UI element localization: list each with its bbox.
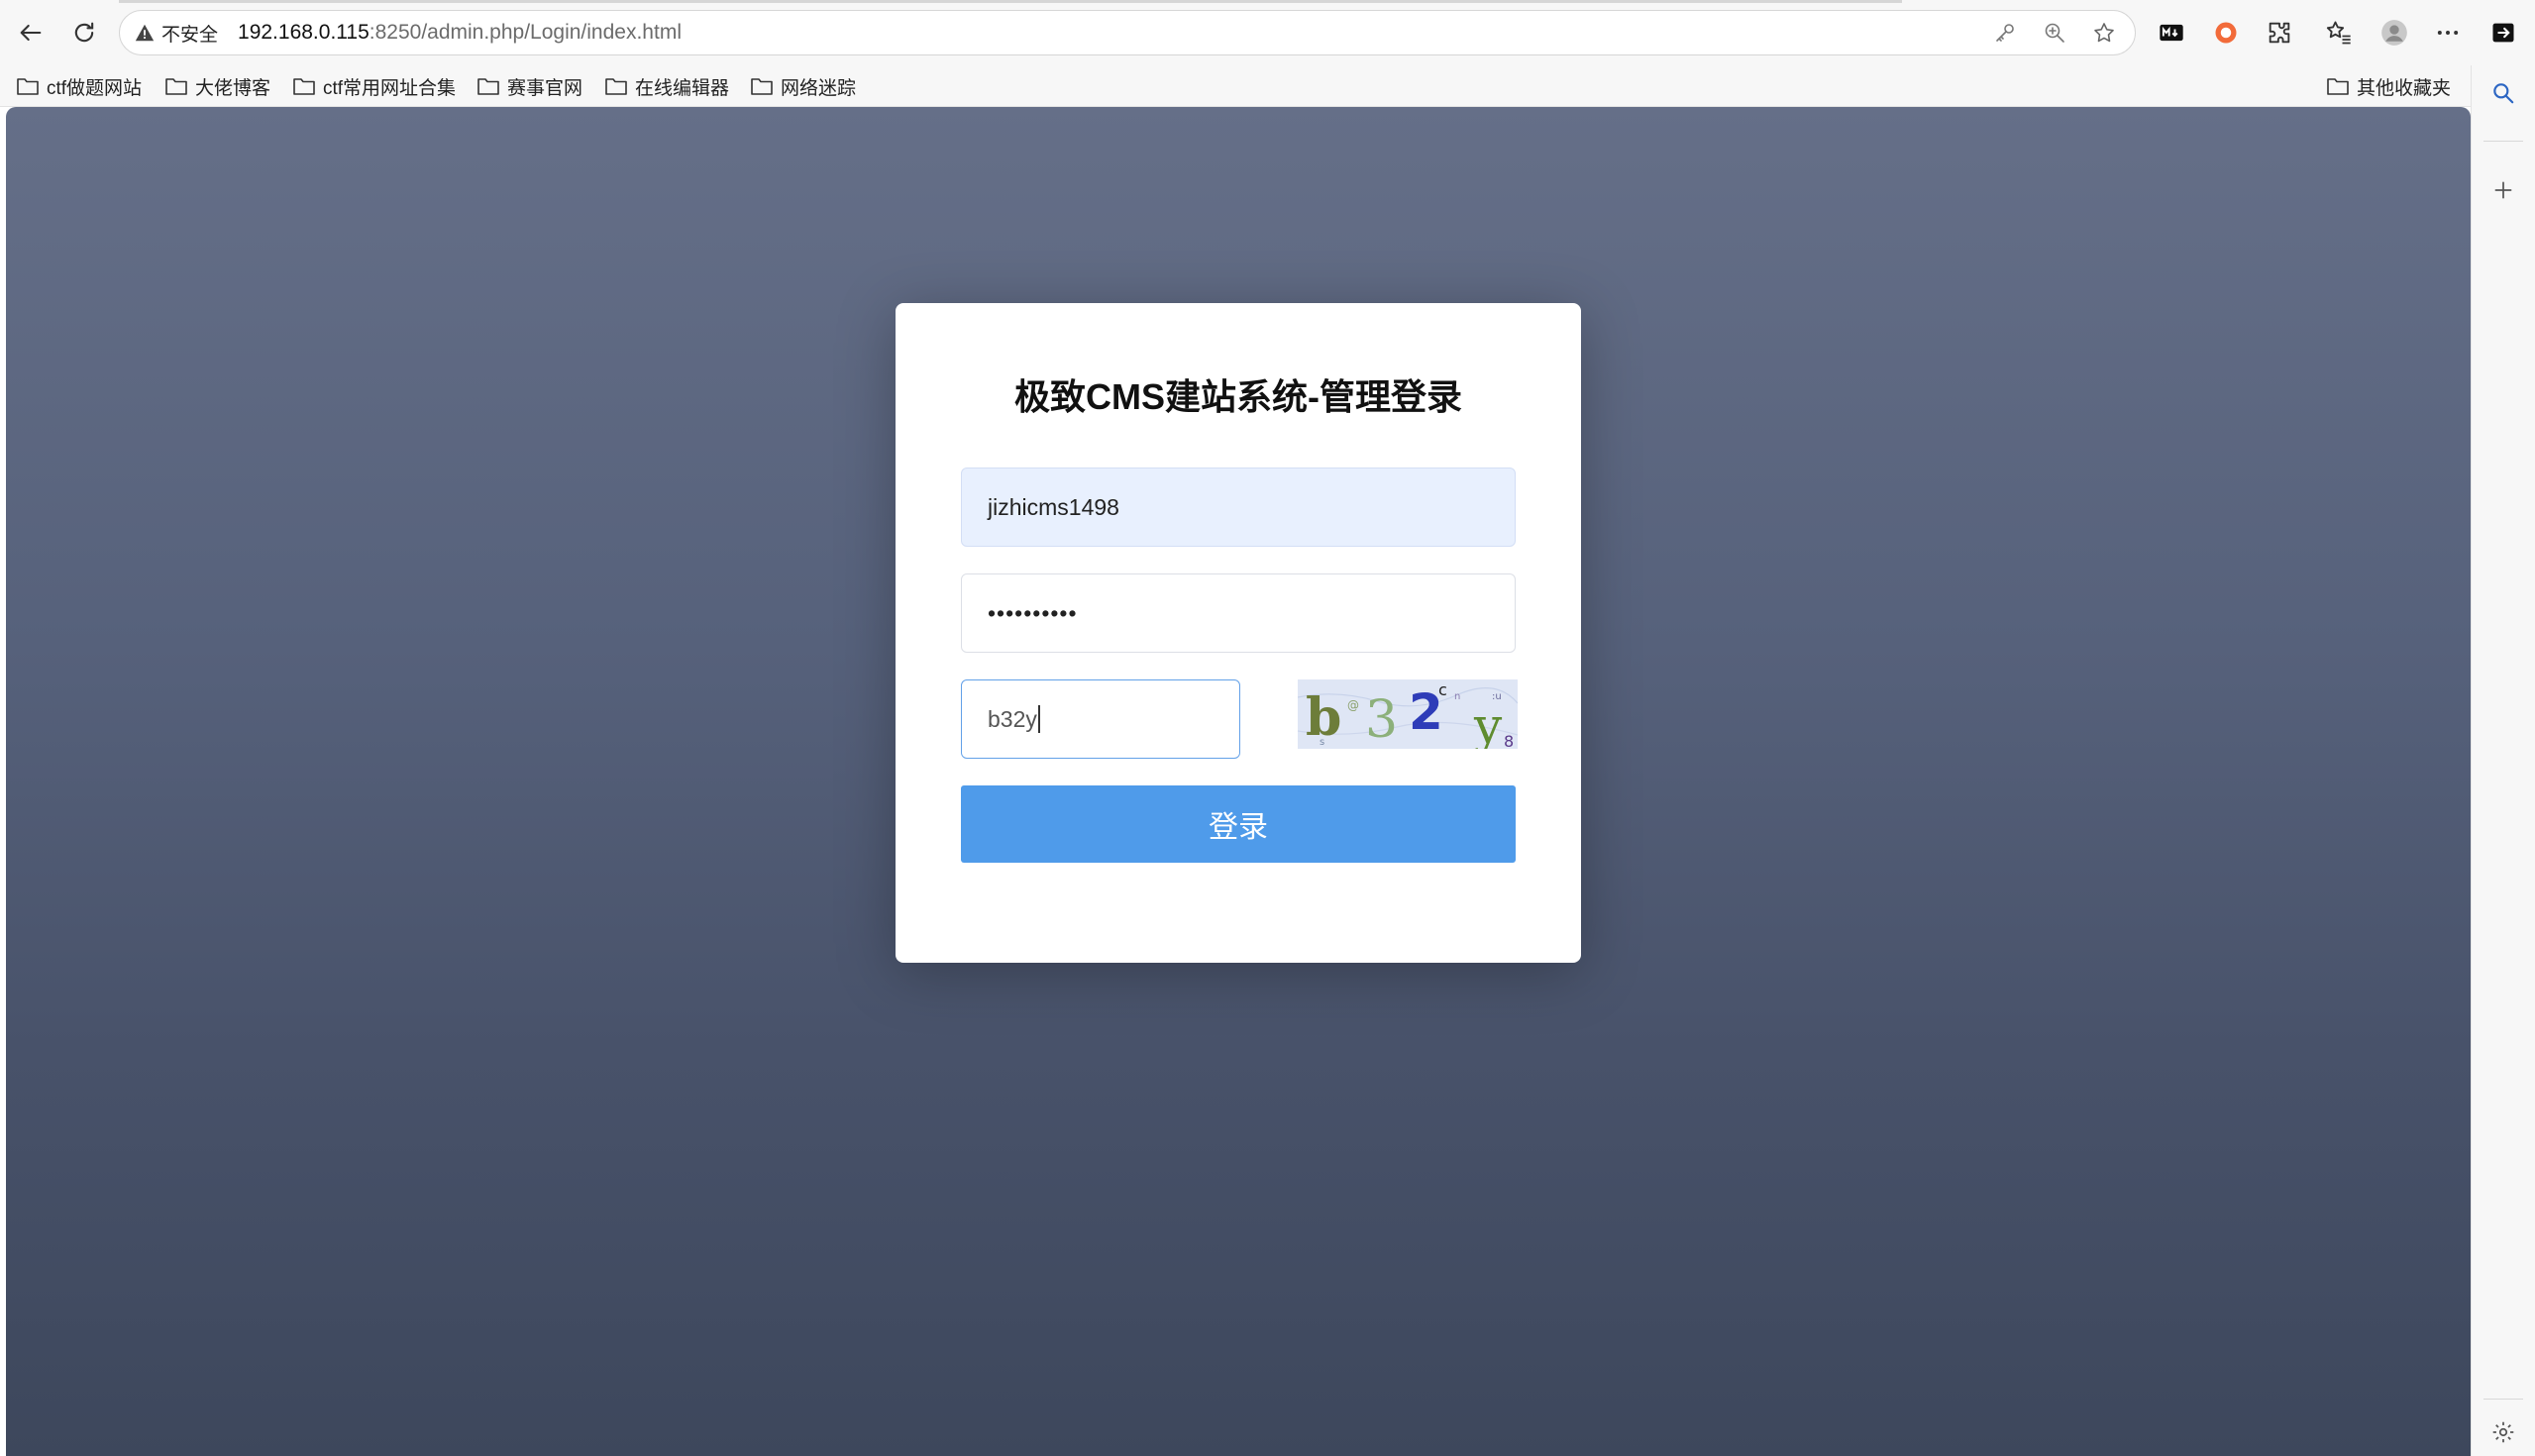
plus-icon [2494, 181, 2512, 199]
username-input[interactable]: jizhicms1498 [961, 468, 1516, 547]
bookmark-label: 网络迷踪 [781, 77, 857, 99]
sidebar-toggle-button[interactable] [2481, 10, 2526, 55]
avatar-icon [2381, 20, 2407, 46]
record-extension-icon [2215, 22, 2237, 44]
puzzle-icon [2269, 22, 2290, 44]
sidebar-separator [2483, 1399, 2523, 1400]
back-arrow-icon [20, 24, 42, 42]
more-icon [2437, 31, 2459, 35]
settings-more-button[interactable] [2425, 10, 2471, 55]
captcha-char: 3 [1365, 690, 1398, 749]
folder-icon [293, 78, 315, 95]
captcha-input-value: b32y [988, 705, 1037, 732]
svg-text:n: n [1454, 691, 1460, 702]
bookmark-folder[interactable]: 在线编辑器 [604, 71, 729, 101]
url-text[interactable]: 192.168.0.115:8250/admin.php/Login/index… [238, 21, 682, 45]
star-icon [2094, 23, 2114, 43]
folder-icon [165, 78, 187, 95]
svg-text:@: @ [1347, 698, 1359, 712]
sidebar-separator [2483, 141, 2523, 142]
url-path: :8250/admin.php/Login/index.html [369, 21, 682, 44]
sidebar-settings-button[interactable] [2483, 1412, 2523, 1452]
security-label: 不安全 [161, 24, 219, 46]
captcha-input[interactable]: b32y [961, 679, 1240, 759]
address-bar-actions [1988, 11, 2121, 54]
extensions-button[interactable] [2257, 10, 2302, 55]
warning-icon [135, 24, 155, 42]
key-icon [1996, 24, 2014, 42]
sidebar-add-button[interactable] [2483, 170, 2523, 210]
profile-button[interactable] [2372, 10, 2417, 55]
captcha-char: b [1306, 687, 1341, 748]
browser-sidebar [2471, 65, 2535, 1456]
bookmark-label: ctf做题网站 [47, 77, 143, 99]
page-viewport: 极致CMS建站系统-管理登录 jizhicms1498 •••••••••• b… [6, 107, 2471, 1456]
bookmark-label: 大佬博客 [195, 77, 271, 99]
password-input[interactable]: •••••••••• [961, 573, 1516, 653]
bookmark-folder[interactable]: ctf常用网址合集 [292, 71, 456, 101]
bookmark-folder[interactable]: 大佬博客 [164, 71, 270, 101]
zoom-in-icon [2045, 23, 2064, 43]
markdown-extension-icon [2160, 24, 2183, 42]
text-caret [1037, 705, 1040, 733]
reload-button[interactable] [61, 10, 107, 55]
bookmark-label: 在线编辑器 [635, 77, 730, 99]
browser-toolbar: 不安全 192.168.0.115:8250/admin.php/Login/i… [0, 0, 2535, 65]
zoom-button[interactable] [2038, 16, 2071, 50]
gear-icon [2492, 1421, 2514, 1443]
bookmark-label: 其他收藏夹 [2357, 77, 2452, 99]
bookmark-folder[interactable]: ctf做题网站 [16, 71, 142, 101]
login-title: 极致CMS建站系统-管理登录 [1014, 376, 1462, 417]
search-icon [2493, 83, 2514, 104]
security-indicator[interactable]: 不安全 [134, 20, 218, 47]
folder-icon [477, 78, 499, 95]
extension-markdown-button[interactable] [2149, 10, 2194, 55]
folder-icon [605, 78, 627, 95]
address-bar[interactable]: 不安全 192.168.0.115:8250/admin.php/Login/i… [119, 10, 2136, 55]
bookmark-label: ctf常用网址合集 [323, 77, 457, 99]
favorites-list-icon [2326, 21, 2351, 45]
sidebar-search-button[interactable] [2483, 73, 2523, 113]
extension-record-button[interactable] [2203, 10, 2249, 55]
back-button[interactable] [8, 10, 53, 55]
bookmarks-bar: ctf做题网站 大佬博客 ctf常用网址合集 赛事官网 在线编辑器 网络迷踪 其… [0, 65, 2535, 107]
favorites-button[interactable] [2316, 10, 2362, 55]
bookmark-folder[interactable]: 网络迷踪 [750, 71, 856, 101]
favorite-button[interactable] [2087, 16, 2121, 50]
folder-icon [17, 78, 39, 95]
other-favorites-folder[interactable]: 其他收藏夹 [2326, 71, 2451, 101]
login-button[interactable]: 登录 [961, 785, 1516, 863]
username-value: jizhicms1498 [988, 493, 1119, 520]
captcha-char: 8 [1504, 732, 1514, 749]
folder-icon [751, 78, 773, 95]
reload-icon [74, 22, 94, 43]
sidebar-exit-icon [2492, 23, 2514, 43]
password-key-button[interactable] [1988, 16, 2022, 50]
captcha-char: y [1473, 697, 1503, 749]
bookmark-label: 赛事官网 [507, 77, 583, 99]
folder-icon [2327, 78, 2349, 95]
login-panel: 极致CMS建站系统-管理登录 jizhicms1498 •••••••••• b… [896, 303, 1581, 963]
captcha-char: c [1438, 680, 1447, 699]
loading-progress-bar [119, 0, 1902, 3]
bookmark-folder[interactable]: 赛事官网 [476, 71, 582, 101]
url-host: 192.168.0.115 [238, 21, 370, 44]
password-value: •••••••••• [988, 599, 1078, 626]
captcha-image[interactable]: s @ n :u b 3 2 c y 8 [1298, 679, 1518, 749]
